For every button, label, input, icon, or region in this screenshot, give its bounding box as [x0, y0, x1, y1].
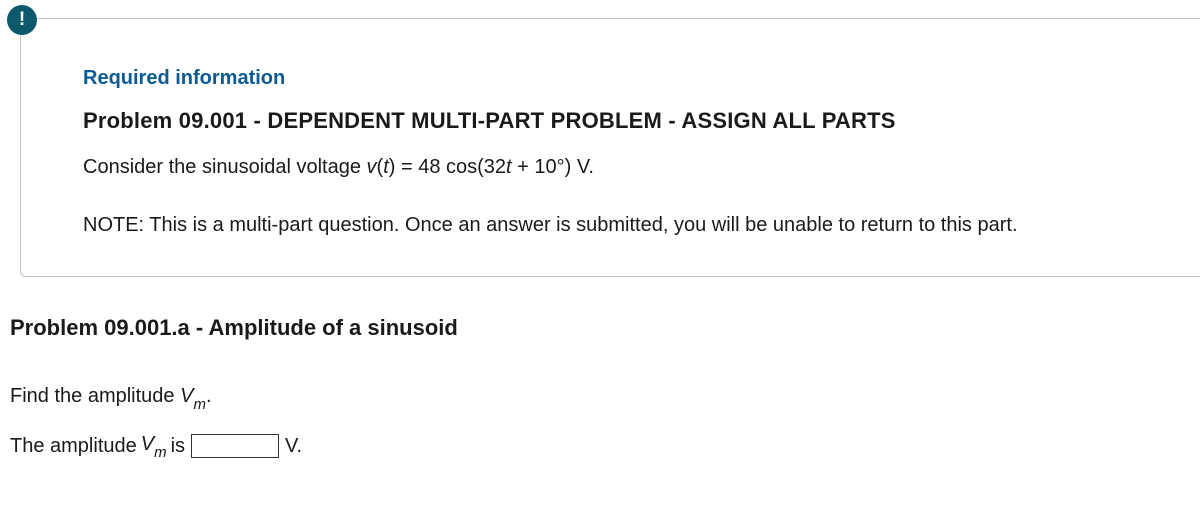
- question-text: Find the amplitude Vm.: [10, 385, 1200, 411]
- required-information-box: ! Required information Problem 09.001 - …: [20, 18, 1200, 277]
- a-var-v: V: [141, 433, 154, 455]
- q-var-m: m: [193, 396, 206, 413]
- desc-suffix: + 10°) V.: [512, 156, 594, 178]
- required-info-label: Required information: [83, 67, 1200, 90]
- amplitude-input[interactable]: [191, 434, 279, 458]
- a-unit: V.: [285, 435, 302, 458]
- desc-var-v: v: [367, 156, 377, 178]
- problem-title: Problem 09.001 - DEPENDENT MULTI-PART PR…: [83, 108, 1200, 134]
- a-is: is: [171, 435, 185, 458]
- answer-line: The amplitude Vm is V.: [10, 433, 1200, 459]
- alert-icon: !: [7, 5, 37, 35]
- question-section: Find the amplitude Vm. The amplitude Vm …: [10, 385, 1200, 459]
- note-text: NOTE: This is a multi-part question. Onc…: [83, 210, 1200, 240]
- a-var: Vm: [141, 433, 167, 459]
- a-var-m: m: [154, 444, 167, 461]
- a-prefix: The amplitude: [10, 435, 137, 458]
- problem-description: Consider the sinusoidal voltage v(t) = 4…: [83, 152, 1200, 182]
- alert-icon-glyph: !: [19, 9, 25, 31]
- q-prefix: Find the amplitude: [10, 385, 180, 407]
- q-var-v: V: [180, 385, 193, 407]
- desc-eq: = 48 cos(32: [395, 156, 506, 178]
- sub-problem-title: Problem 09.001.a - Amplitude of a sinuso…: [10, 315, 1200, 341]
- desc-prefix: Consider the sinusoidal voltage: [83, 156, 367, 178]
- q-suffix: .: [206, 385, 212, 407]
